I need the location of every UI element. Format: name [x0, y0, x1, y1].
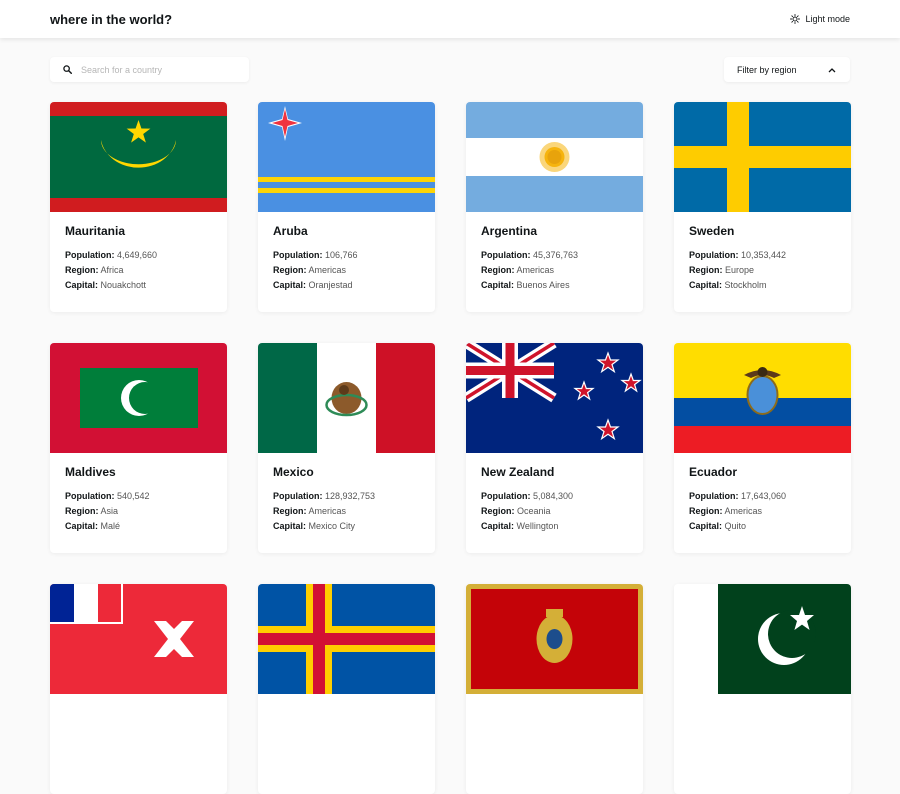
search-icon — [63, 65, 72, 74]
population-value: 10,353,442 — [741, 250, 787, 260]
country-grid: Mauritania Population: 4,649,660 Region:… — [50, 102, 851, 794]
population-label: Population: — [273, 250, 323, 260]
region-filter-dropdown[interactable]: Filter by region — [724, 57, 850, 82]
population-value: 45,376,763 — [533, 250, 579, 260]
region-value: Americas — [308, 265, 347, 275]
country-card[interactable]: Argentina Population: 45,376,763 Region:… — [466, 102, 643, 312]
capital-label: Capital: — [273, 280, 307, 290]
country-card[interactable]: Aruba Population: 106,766 Region: Americ… — [258, 102, 435, 312]
flag-argentina — [466, 102, 643, 212]
country-name: Sweden — [689, 224, 735, 238]
region-value: Americas — [516, 265, 555, 275]
country-card[interactable]: Maldives Population: 540,542 Region: Asi… — [50, 343, 227, 553]
flag-new-zealand — [466, 343, 643, 453]
region-label: Region: — [689, 265, 723, 275]
toolbar: Filter by region — [50, 57, 850, 82]
sun-icon — [790, 14, 801, 24]
population-label: Population: — [65, 491, 115, 501]
country-name: Mexico — [273, 465, 314, 479]
country-card[interactable] — [258, 584, 435, 794]
capital-value: Buenos Aires — [516, 280, 570, 290]
country-name: Maldives — [65, 465, 116, 479]
capital-label: Capital: — [481, 280, 515, 290]
capital-label: Capital: — [273, 521, 307, 531]
chevron-up-icon — [828, 67, 836, 72]
top-bar: where in the world? Light mode — [0, 0, 900, 38]
theme-toggle-button[interactable]: Light mode — [790, 14, 850, 24]
region-label: Region: — [65, 265, 99, 275]
country-card[interactable]: Mexico Population: 128,932,753 Region: A… — [258, 343, 435, 553]
app-title: where in the world? — [50, 11, 173, 27]
flag-maldives — [50, 343, 227, 453]
capital-label: Capital: — [689, 521, 723, 531]
country-card[interactable]: Ecuador Population: 17,643,060 Region: A… — [674, 343, 851, 553]
population-label: Population: — [65, 250, 115, 260]
population-value: 17,643,060 — [741, 491, 787, 501]
country-card[interactable] — [50, 584, 227, 794]
capital-value: Wellington — [516, 521, 559, 531]
region-label: Region: — [273, 265, 307, 275]
flag-mexico — [258, 343, 435, 453]
region-value: Africa — [100, 265, 124, 275]
capital-value: Quito — [724, 521, 747, 531]
population-label: Population: — [273, 491, 323, 501]
population-label: Population: — [481, 250, 531, 260]
capital-value: Malé — [100, 521, 121, 531]
flag-mauritania — [50, 102, 227, 212]
country-card[interactable]: Sweden Population: 10,353,442 Region: Eu… — [674, 102, 851, 312]
country-name: Mauritania — [65, 224, 126, 238]
capital-value: Nouakchott — [100, 280, 147, 290]
population-value: 5,084,300 — [533, 491, 574, 501]
flag-aruba — [258, 102, 435, 212]
region-value: Americas — [724, 506, 763, 516]
flag-wallis-and-futuna — [50, 584, 227, 694]
country-card[interactable] — [466, 584, 643, 794]
theme-toggle-label: Light mode — [805, 14, 850, 24]
flag-sweden — [674, 102, 851, 212]
search-box[interactable] — [50, 57, 249, 82]
population-label: Population: — [481, 491, 531, 501]
population-label: Population: — [689, 250, 739, 260]
capital-label: Capital: — [481, 521, 515, 531]
country-card[interactable]: New Zealand Population: 5,084,300 Region… — [466, 343, 643, 553]
search-input[interactable] — [81, 64, 231, 75]
flag-pakistan — [674, 584, 851, 694]
population-label: Population: — [689, 491, 739, 501]
region-label: Region: — [481, 506, 515, 516]
flag-ecuador — [674, 343, 851, 453]
population-value: 4,649,660 — [117, 250, 158, 260]
country-name: Argentina — [481, 224, 538, 238]
country-card[interactable]: Mauritania Population: 4,649,660 Region:… — [50, 102, 227, 312]
population-value: 128,932,753 — [325, 491, 376, 501]
flag-aland — [258, 584, 435, 694]
capital-value: Oranjestad — [308, 280, 353, 290]
country-name: Aruba — [273, 224, 308, 238]
population-value: 106,766 — [325, 250, 358, 260]
capital-label: Capital: — [65, 280, 99, 290]
country-name: New Zealand — [481, 465, 555, 479]
region-label: Region: — [65, 506, 99, 516]
region-filter-label: Filter by region — [737, 64, 797, 75]
region-label: Region: — [481, 265, 515, 275]
country-card[interactable] — [674, 584, 851, 794]
country-name: Ecuador — [689, 465, 738, 479]
population-value: 540,542 — [117, 491, 150, 501]
capital-label: Capital: — [689, 280, 723, 290]
region-value: Asia — [100, 506, 119, 516]
region-value: Oceania — [517, 506, 551, 516]
region-value: Americas — [308, 506, 347, 516]
capital-value: Mexico City — [308, 521, 356, 531]
flag-montenegro — [466, 584, 643, 694]
region-label: Region: — [273, 506, 307, 516]
region-value: Europe — [725, 265, 755, 275]
region-label: Region: — [689, 506, 723, 516]
capital-label: Capital: — [65, 521, 99, 531]
capital-value: Stockholm — [724, 280, 767, 290]
